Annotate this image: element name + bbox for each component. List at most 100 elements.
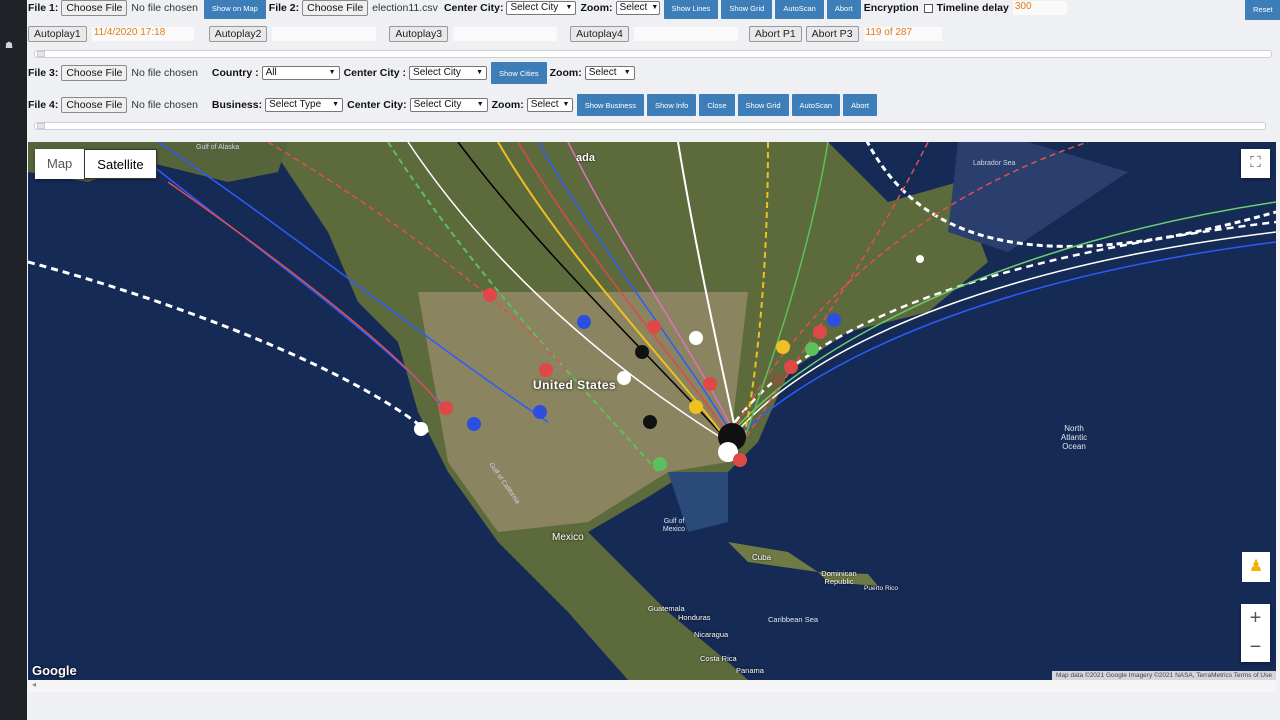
business-label: Business: bbox=[211, 99, 263, 111]
show-on-map-button[interactable]: Show on Map bbox=[203, 0, 266, 19]
map-marker[interactable] bbox=[439, 401, 453, 415]
label-nicaragua: Nicaragua bbox=[694, 630, 729, 639]
map-marker[interactable] bbox=[689, 400, 703, 414]
map-marker[interactable] bbox=[617, 371, 631, 385]
encryption-checkbox[interactable] bbox=[923, 3, 933, 13]
show-cities-button[interactable]: Show Cities bbox=[491, 62, 547, 84]
abort-button[interactable]: Abort bbox=[826, 0, 861, 19]
toolbar-row-4: File 4: Choose File No file chosen Busin… bbox=[28, 94, 880, 116]
map-type-map-button[interactable]: Map bbox=[35, 149, 84, 179]
zoom-in-button[interactable]: + bbox=[1241, 604, 1270, 633]
map-marker[interactable] bbox=[539, 363, 553, 377]
chevron-down-icon: ▼ bbox=[623, 69, 631, 76]
autoplay3-field bbox=[452, 26, 559, 42]
label-cuba: Cuba bbox=[752, 553, 772, 562]
map-view[interactable]: United States Mexico Gulf of Mexico Nort… bbox=[28, 142, 1276, 680]
zoom-select-3[interactable]: Select ▼ bbox=[584, 66, 635, 80]
chevron-down-icon: ▼ bbox=[476, 69, 484, 76]
label-mexico: Mexico bbox=[552, 532, 584, 543]
map-marker[interactable] bbox=[414, 422, 428, 436]
label-honduras: Honduras bbox=[678, 613, 711, 622]
map-marker[interactable] bbox=[467, 417, 481, 431]
autoplay2-button[interactable]: Autoplay2 bbox=[208, 26, 268, 42]
map-marker[interactable] bbox=[827, 313, 841, 327]
map-marker[interactable] bbox=[776, 340, 790, 354]
map-attribution[interactable]: Map data ©2021 Google Imagery ©2021 NASA… bbox=[1052, 671, 1276, 680]
horizontal-scrollbar[interactable]: ◂ bbox=[28, 680, 1276, 692]
map-marker[interactable] bbox=[813, 325, 827, 339]
reset-button[interactable]: Reset bbox=[1245, 0, 1280, 20]
abort-button-4[interactable]: Abort bbox=[843, 94, 878, 116]
autoplay4-button[interactable]: Autoplay4 bbox=[570, 26, 629, 42]
map-marker[interactable] bbox=[483, 288, 497, 302]
label-guatemala: Guatemala bbox=[648, 604, 685, 613]
file1-label: File 1: bbox=[28, 2, 59, 14]
file4-choose-button[interactable]: Choose File bbox=[61, 97, 128, 113]
map-type-satellite-button[interactable]: Satellite bbox=[84, 149, 157, 179]
map-marker[interactable] bbox=[805, 342, 819, 356]
show-lines-button[interactable]: Show Lines bbox=[663, 0, 719, 19]
file1-status: No file chosen bbox=[131, 2, 198, 14]
map-marker[interactable] bbox=[577, 315, 591, 329]
autoplay3-button[interactable]: Autoplay3 bbox=[389, 26, 449, 42]
show-business-button[interactable]: Show Business bbox=[576, 94, 644, 116]
country-label: Country : bbox=[211, 67, 259, 79]
abort-p3-button[interactable]: Abort P3 bbox=[805, 26, 859, 42]
map-marker[interactable] bbox=[771, 373, 785, 387]
autoscan-button-4[interactable]: AutoScan bbox=[791, 94, 841, 116]
toolbar-row-3: File 3: Choose File No file chosen Count… bbox=[28, 62, 639, 84]
show-grid-button[interactable]: Show Grid bbox=[721, 0, 773, 19]
business-value: Select Type bbox=[269, 99, 322, 110]
center-city-value-4: Select City bbox=[413, 99, 462, 110]
map-canvas[interactable] bbox=[28, 142, 1276, 680]
zoom-select-4[interactable]: Select ▼ bbox=[526, 98, 573, 112]
autoplay1-button[interactable]: Autoplay1 bbox=[28, 26, 87, 42]
zoom-out-button[interactable]: − bbox=[1241, 633, 1270, 662]
map-marker[interactable] bbox=[733, 453, 747, 467]
map-marker[interactable] bbox=[703, 377, 717, 391]
show-grid-button-4[interactable]: Show Grid bbox=[737, 94, 789, 116]
abort-p1-button[interactable]: Abort P1 bbox=[748, 26, 802, 42]
file2-filename: election11.csv bbox=[372, 2, 438, 14]
file3-choose-button[interactable]: Choose File bbox=[61, 65, 128, 81]
center-city-select-4[interactable]: Select City ▼ bbox=[409, 98, 488, 112]
map-marker[interactable] bbox=[689, 331, 703, 345]
show-info-button[interactable]: Show Info bbox=[646, 94, 697, 116]
country-select[interactable]: All ▼ bbox=[261, 66, 340, 80]
toolbar-row-1: File 1: Choose File No file chosen Show … bbox=[28, 0, 1068, 19]
scroll-left-icon[interactable]: ◂ bbox=[32, 680, 36, 689]
timeline-slider-2[interactable] bbox=[34, 122, 1266, 130]
file3-status: No file chosen bbox=[131, 67, 198, 79]
slider-knob[interactable] bbox=[37, 123, 45, 129]
fullscreen-icon[interactable]: ⛶ bbox=[1241, 149, 1270, 178]
close-button[interactable]: Close bbox=[699, 94, 735, 116]
center-city-select-3[interactable]: Select City ▼ bbox=[409, 66, 488, 80]
file1-choose-button[interactable]: Choose File bbox=[61, 0, 128, 16]
map-marker[interactable] bbox=[643, 415, 657, 429]
map-type-control: Map Satellite bbox=[35, 149, 157, 179]
timeline-slider-1[interactable] bbox=[34, 50, 1272, 58]
pegman-icon[interactable]: ♟ bbox=[1242, 552, 1270, 582]
center-city-label: Center City: bbox=[443, 2, 504, 14]
map-marker[interactable] bbox=[533, 405, 547, 419]
map-marker[interactable] bbox=[916, 255, 924, 263]
business-select[interactable]: Select Type ▼ bbox=[265, 98, 344, 112]
center-city-label-4: Center City: bbox=[347, 99, 407, 111]
timeline-delay-input[interactable]: 300 bbox=[1011, 0, 1068, 16]
toolbar-row-2: Autoplay1 11/4/2020 17:18 Autoplay2 Auto… bbox=[28, 24, 943, 44]
zoom-select[interactable]: Select ▼ bbox=[615, 1, 660, 15]
zoom-value-3: Select bbox=[588, 67, 617, 78]
sidebar-icon[interactable]: ☗ bbox=[5, 41, 15, 50]
map-marker[interactable] bbox=[784, 360, 798, 374]
map-marker[interactable] bbox=[635, 345, 649, 359]
chevron-down-icon: ▼ bbox=[328, 69, 336, 76]
file2-choose-button[interactable]: Choose File bbox=[302, 0, 369, 16]
map-marker[interactable] bbox=[653, 457, 667, 471]
zoom-label-4: Zoom: bbox=[491, 99, 524, 111]
map-marker[interactable] bbox=[647, 320, 661, 334]
center-city-select[interactable]: Select City ▼ bbox=[506, 1, 577, 15]
chevron-down-icon: ▼ bbox=[332, 101, 340, 108]
autoscan-button[interactable]: AutoScan bbox=[775, 0, 824, 19]
slider-knob[interactable] bbox=[37, 51, 45, 57]
chevron-down-icon: ▼ bbox=[651, 4, 659, 11]
